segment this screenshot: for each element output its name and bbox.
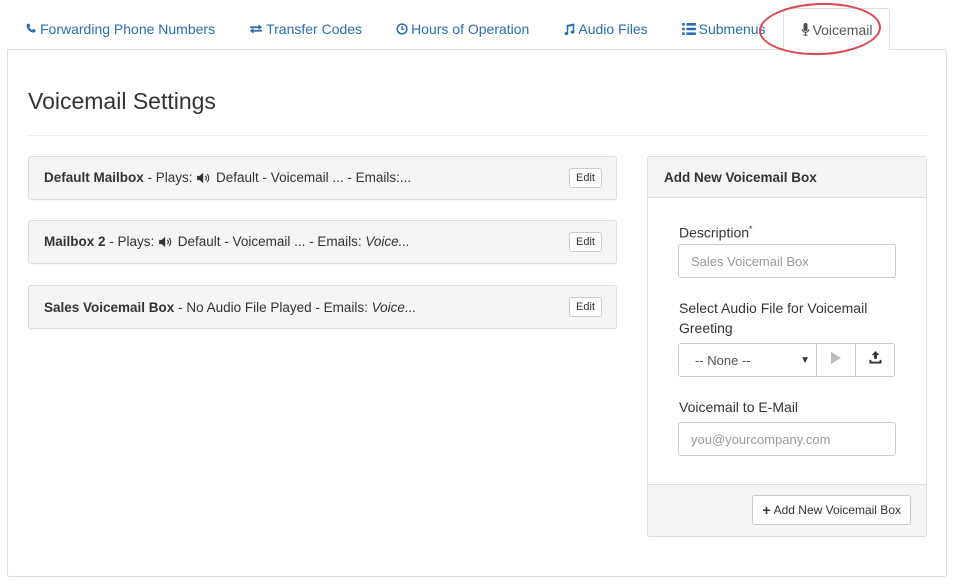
tab-transfer-codes[interactable]: Transfer Codes: [232, 8, 379, 50]
tab-label: Audio Files: [578, 21, 648, 37]
add-button-label: Add New Voicemail Box: [773, 503, 901, 517]
tab-bar: Forwarding Phone Numbers Transfer Codes …: [8, 8, 948, 51]
tab-forwarding-phone-numbers[interactable]: Forwarding Phone Numbers: [8, 8, 232, 50]
mailbox-name: Mailbox 2: [44, 233, 106, 249]
mailbox-summary: Sales Voicemail Box - No Audio File Play…: [44, 300, 569, 315]
mailbox-item-mailbox-2: Mailbox 2 - Plays: Default - Voicemail .…: [28, 220, 617, 264]
tab-hours-of-operation[interactable]: Hours of Operation: [379, 8, 546, 50]
audio-file-group: -- None -- ▼: [678, 343, 895, 377]
microphone-icon: [801, 23, 810, 36]
emails-prefix: - Emails:: [309, 233, 366, 249]
clock-icon: [396, 23, 408, 35]
plus-icon: +: [762, 502, 771, 518]
email-label: Voicemail to E-Mail: [679, 399, 799, 415]
tab-voicemail[interactable]: Voicemail: [782, 8, 891, 51]
divider: [27, 135, 928, 136]
edit-button[interactable]: Edit: [569, 297, 602, 317]
plays-audio: Default - Voicemail ...: [174, 233, 310, 249]
audio-file-select[interactable]: -- None -- ▼: [678, 343, 817, 377]
speaker-icon: [197, 172, 211, 187]
mailbox-summary: Default Mailbox - Plays: Default - Voice…: [44, 170, 569, 187]
add-voicemail-box-button[interactable]: + Add New Voicemail Box: [752, 495, 911, 525]
page-title: Voicemail Settings: [28, 88, 216, 114]
plays-audio: No Audio File Played: [186, 299, 316, 315]
description-label-text: Description: [679, 224, 750, 241]
email-input[interactable]: [678, 422, 896, 456]
phone-icon: [25, 23, 37, 35]
tab-label: Submenus: [698, 21, 766, 37]
audio-file-selected: -- None --: [695, 352, 751, 368]
emails-value: Voice...: [371, 299, 417, 315]
panel-footer: + Add New Voicemail Box: [648, 484, 926, 536]
list-icon: [681, 23, 696, 35]
edit-button[interactable]: Edit: [569, 168, 602, 188]
panel-title: Add New Voicemail Box: [648, 157, 926, 198]
caret-down-icon: ▼: [800, 354, 810, 366]
tab-submenus[interactable]: Submenus: [665, 8, 783, 50]
upload-audio-button[interactable]: [856, 343, 895, 377]
emails-value: Voice...: [365, 233, 410, 249]
play-audio-button[interactable]: [817, 343, 856, 377]
tab-audio-files[interactable]: Audio Files: [546, 8, 664, 50]
emails-value: ...: [399, 169, 412, 185]
upload-icon: [868, 351, 882, 369]
music-icon: [563, 23, 575, 36]
speaker-icon: [159, 236, 173, 251]
add-voicemail-box-panel: Add New Voicemail Box Description* Selec…: [647, 156, 927, 537]
edit-button[interactable]: Edit: [569, 232, 602, 252]
mailbox-item-sales-voicemail-box: Sales Voicemail Box - No Audio File Play…: [28, 285, 617, 329]
emails-prefix: - Emails:: [315, 299, 372, 315]
plays-prefix: -: [174, 299, 187, 315]
plays-prefix: - Plays:: [143, 169, 197, 185]
mailbox-name: Sales Voicemail Box: [44, 299, 175, 315]
tab-label: Voicemail: [812, 21, 873, 38]
description-label: Description*: [679, 219, 753, 243]
mailbox-item-default: Default Mailbox - Plays: Default - Voice…: [28, 156, 617, 200]
mailbox-summary: Mailbox 2 - Plays: Default - Voicemail .…: [44, 234, 569, 251]
audio-file-label: Select Audio File for Voicemail Greeting: [679, 300, 868, 336]
tab-label: Hours of Operation: [411, 21, 530, 37]
plays-prefix: - Plays:: [105, 233, 159, 249]
emails-prefix: - Emails:: [347, 169, 400, 185]
exchange-icon: [249, 23, 263, 35]
required-mark: *: [749, 224, 753, 234]
voicemail-tab-pane: Voicemail Settings Default Mailbox - Pla…: [7, 49, 947, 577]
plays-audio: Default - Voicemail ...: [212, 169, 348, 185]
tab-label: Transfer Codes: [266, 21, 363, 37]
mailbox-name: Default Mailbox: [44, 169, 144, 185]
tab-label: Forwarding Phone Numbers: [40, 21, 216, 37]
description-input[interactable]: [678, 244, 896, 278]
play-icon: [831, 351, 841, 369]
